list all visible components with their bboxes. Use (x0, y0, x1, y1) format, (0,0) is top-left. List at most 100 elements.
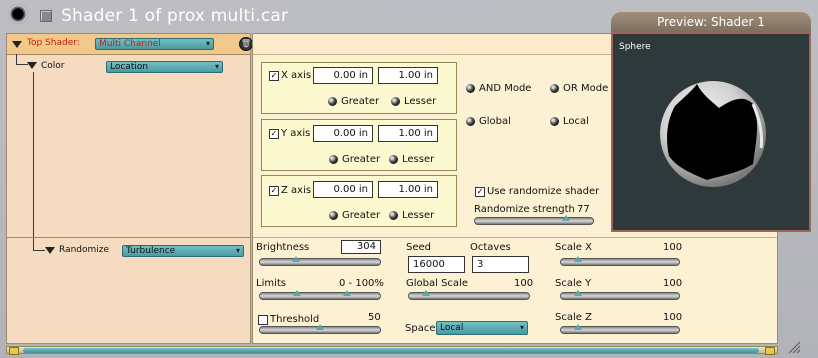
chevron-down-icon: ▾ (214, 62, 219, 71)
randomize-strength-slider[interactable] (474, 217, 594, 225)
seed-field[interactable]: 16000 (408, 256, 465, 273)
x-axis-to-field[interactable]: 1.00 in (378, 67, 438, 84)
space-label: Space (405, 323, 436, 334)
color-channel-label: Color (41, 61, 65, 71)
and-mode-label: AND Mode (479, 83, 532, 94)
y-axis-group: ✓ Y axis 0.00 in 1.00 in Greater Lesser (261, 119, 457, 171)
x-axis-from-field[interactable]: 0.00 in (313, 67, 373, 84)
top-shader-label: Top Shader: (27, 38, 80, 48)
preview-viewport: Sphere (611, 32, 811, 232)
chevron-down-icon: ▾ (235, 246, 240, 255)
scale-y-thumb[interactable] (574, 290, 582, 296)
window-app-icon (8, 4, 28, 24)
preview-shape-label: Sphere (619, 42, 651, 52)
y-lesser-radio[interactable] (389, 155, 398, 164)
y-axis-checkbox[interactable]: ✓ (269, 129, 279, 139)
randomize-strength-label: Randomize strength (474, 204, 575, 215)
section-divider (253, 237, 777, 238)
trash-icon[interactable]: 🗑 (239, 37, 253, 51)
scale-x-thumb[interactable] (574, 256, 582, 262)
and-mode-radio[interactable] (466, 84, 475, 93)
top-shader-dropdown[interactable]: Multi Channel ▾ (95, 38, 214, 50)
brightness-label: Brightness (256, 242, 310, 253)
y-lesser-label: Lesser (402, 154, 435, 165)
y-greater-radio[interactable] (329, 155, 338, 164)
x-axis-checkbox[interactable]: ✓ (269, 71, 279, 81)
space-dropdown[interactable]: Local ▾ (436, 321, 528, 335)
tree-divider (7, 237, 250, 238)
z-axis-label: Z axis (281, 185, 312, 196)
x-axis-label: X axis (281, 70, 312, 81)
randomize-channel-label: Randomize (59, 245, 110, 255)
resize-grip-icon[interactable] (787, 340, 801, 354)
y-axis-from-field[interactable]: 0.00 in (313, 125, 373, 142)
y-greater-label: Greater (342, 154, 381, 165)
preview-title[interactable]: Preview: Shader 1 (611, 12, 811, 32)
scale-y-label: Scale Y (555, 278, 592, 289)
tree-line (33, 72, 34, 250)
color-shader-value: Location (110, 62, 149, 72)
scroll-right-button[interactable] (765, 347, 775, 355)
global-scale-value: 100 (514, 278, 534, 289)
z-greater-label: Greater (342, 210, 381, 221)
z-greater-radio[interactable] (329, 211, 338, 220)
scale-y-value: 100 (663, 278, 683, 289)
global-scale-thumb[interactable] (422, 290, 431, 296)
collapse-triangle-icon[interactable] (12, 41, 22, 48)
randomize-shader-value: Turbulence (126, 246, 176, 256)
scale-x-label: Scale X (555, 242, 592, 253)
scale-x-value: 100 (663, 242, 683, 253)
brightness-field[interactable]: 304 (341, 240, 381, 254)
color-shader-dropdown[interactable]: Location ▾ (106, 61, 223, 73)
z-lesser-radio[interactable] (389, 211, 398, 220)
window-title: Shader 1 of prox multi.car (61, 6, 289, 26)
limits-low-thumb[interactable] (293, 290, 301, 296)
limits-slider[interactable] (259, 292, 381, 300)
local-radio[interactable] (550, 117, 559, 126)
x-lesser-label: Lesser (404, 96, 437, 107)
scale-z-thumb[interactable] (574, 324, 582, 330)
scale-z-label: Scale Z (555, 312, 592, 323)
z-axis-checkbox[interactable]: ✓ (269, 186, 279, 196)
octaves-field[interactable]: 3 (472, 256, 529, 273)
threshold-thumb[interactable] (316, 324, 324, 330)
collapse-triangle-icon[interactable] (45, 247, 55, 254)
randomize-shader-dropdown[interactable]: Turbulence ▾ (122, 245, 244, 257)
brightness-thumb[interactable] (291, 256, 300, 262)
global-scale-label: Global Scale (406, 278, 468, 289)
top-shader-value: Multi Channel (99, 39, 161, 49)
tree-header: Top Shader: Multi Channel ▾ 🗑 (7, 34, 253, 55)
limits-value: 0 - 100% (339, 278, 384, 289)
brightness-slider[interactable] (259, 258, 381, 266)
x-lesser-radio[interactable] (391, 97, 400, 106)
chevron-down-icon: ▾ (205, 39, 210, 48)
threshold-value: 50 (368, 312, 381, 323)
randomize-strength-value: 77 (577, 204, 590, 215)
threshold-checkbox[interactable] (258, 315, 268, 325)
x-axis-group: ✓ X axis 0.00 in 1.00 in Greater Lesser (261, 62, 457, 114)
use-randomize-checkbox[interactable]: ✓ (475, 187, 485, 197)
randomize-strength-thumb[interactable] (562, 215, 571, 221)
space-value: Local (440, 323, 464, 333)
global-label: Global (479, 116, 511, 127)
preview-window[interactable]: Preview: Shader 1 Sphere (611, 12, 811, 232)
limits-high-thumb[interactable] (343, 290, 351, 296)
global-radio[interactable] (466, 117, 475, 126)
threshold-label: Threshold (270, 314, 320, 325)
window-menu-button[interactable] (40, 10, 52, 22)
seed-label: Seed (406, 242, 431, 253)
preview-sphere (660, 81, 766, 187)
or-mode-radio[interactable] (550, 84, 559, 93)
or-mode-label: OR Mode (563, 83, 609, 94)
local-label: Local (563, 116, 589, 127)
z-axis-to-field[interactable]: 1.00 in (378, 181, 438, 198)
use-randomize-label: Use randomize shader (487, 186, 600, 197)
y-axis-to-field[interactable]: 1.00 in (378, 125, 438, 142)
z-axis-from-field[interactable]: 0.00 in (313, 181, 373, 198)
scrollbar-thumb[interactable] (23, 348, 759, 353)
scroll-left-button[interactable] (9, 347, 19, 355)
horizontal-scrollbar[interactable] (6, 346, 778, 355)
z-axis-group: ✓ Z axis 0.00 in 1.00 in Greater Lesser (261, 175, 457, 227)
collapse-triangle-icon[interactable] (27, 62, 37, 69)
x-greater-radio[interactable] (328, 97, 337, 106)
